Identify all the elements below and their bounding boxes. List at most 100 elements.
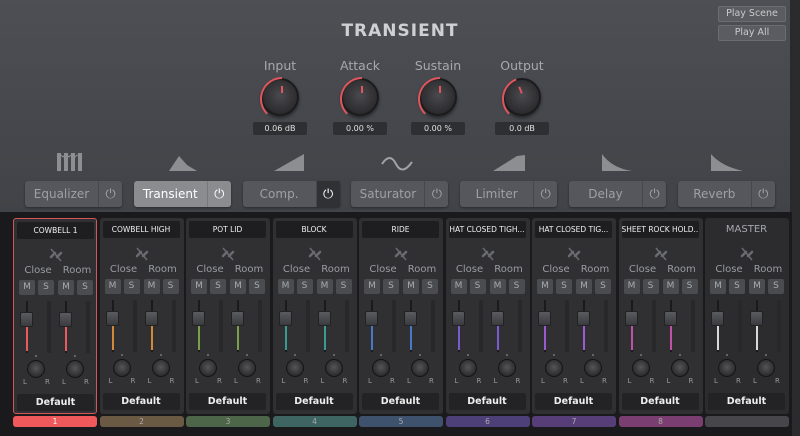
room-pan-knob[interactable]: [497, 359, 516, 377]
close-solo-button[interactable]: S: [469, 279, 486, 294]
fx-label[interactable]: Comp.: [243, 181, 316, 207]
knob-value[interactable]: 0.00 %: [411, 122, 465, 135]
channel-name[interactable]: COWBELL 1: [17, 222, 94, 239]
close-mute-button[interactable]: M: [277, 279, 294, 294]
close-fader[interactable]: [451, 311, 465, 326]
preset-selector[interactable]: Default: [17, 394, 94, 411]
close-solo-button[interactable]: S: [556, 279, 572, 294]
channel-number-tab[interactable]: 5: [359, 416, 443, 427]
room-pan-knob[interactable]: [66, 360, 84, 378]
close-mute-button[interactable]: M: [623, 279, 640, 294]
room-fader[interactable]: [750, 311, 763, 326]
power-icon[interactable]: ⏻: [206, 181, 231, 207]
fx-label[interactable]: Transient: [134, 181, 207, 207]
close-solo-button[interactable]: S: [383, 279, 399, 294]
knob-value[interactable]: 0.00 %: [333, 122, 387, 135]
close-solo-button[interactable]: S: [296, 279, 313, 294]
room-solo-button[interactable]: S: [508, 279, 525, 294]
close-pan-knob[interactable]: [718, 359, 736, 377]
unlink-icon[interactable]: [134, 246, 150, 261]
preset-selector[interactable]: Default: [621, 393, 699, 410]
close-solo-button[interactable]: S: [38, 280, 54, 295]
room-solo-button[interactable]: S: [595, 279, 611, 294]
channel-name[interactable]: POT LID: [189, 221, 266, 238]
fx-label[interactable]: Reverb: [678, 181, 751, 207]
close-fader[interactable]: [192, 311, 205, 326]
close-mute-button[interactable]: M: [19, 280, 35, 295]
close-mute-button[interactable]: M: [537, 279, 553, 294]
close-fader[interactable]: [278, 311, 292, 326]
close-mute-button[interactable]: M: [191, 279, 207, 294]
room-pan-knob[interactable]: [584, 359, 602, 377]
room-pan-knob[interactable]: [324, 359, 343, 377]
room-solo-button[interactable]: S: [422, 279, 438, 294]
output-knob[interactable]: [502, 78, 541, 116]
channel-strip[interactable]: SHEET ROCK HOLD... Close M S L R Room M S L R Defau…: [618, 218, 703, 414]
scrollbar[interactable]: [792, 0, 800, 436]
unlink-icon[interactable]: [220, 246, 236, 261]
close-fader[interactable]: [105, 311, 119, 326]
close-pan-knob[interactable]: [458, 359, 477, 377]
close-solo-button[interactable]: S: [729, 279, 745, 294]
room-pan-knob[interactable]: [238, 359, 256, 377]
room-pan-knob[interactable]: [151, 359, 170, 377]
master-strip[interactable]: MASTER Close M S L R Room M S L R Default: [705, 218, 789, 414]
channel-strip[interactable]: BLOCK Close M S L R Room M S L R Default: [272, 218, 357, 414]
close-pan-knob[interactable]: [285, 359, 304, 377]
fx-delay-button[interactable]: Delay ⏻: [569, 181, 666, 207]
close-mute-button[interactable]: M: [710, 279, 726, 294]
channel-number-tab[interactable]: 4: [272, 416, 357, 427]
close-pan-knob[interactable]: [372, 359, 390, 377]
close-pan-knob[interactable]: [199, 359, 217, 377]
room-mute-button[interactable]: M: [143, 279, 160, 294]
channel-number-tab[interactable]: 6: [445, 416, 530, 427]
channel-name[interactable]: HAT CLOSED TIG...: [535, 221, 612, 238]
channel-name[interactable]: RIDE: [362, 221, 439, 238]
play-scene-button[interactable]: Play Scene: [718, 6, 786, 22]
room-pan-knob[interactable]: [411, 359, 429, 377]
close-pan-knob[interactable]: [545, 359, 563, 377]
close-mute-button[interactable]: M: [104, 279, 121, 294]
room-mute-button[interactable]: M: [749, 279, 765, 294]
channel-name[interactable]: COWBELL HIGH: [102, 221, 180, 238]
close-fader[interactable]: [624, 311, 638, 326]
fx-label[interactable]: Equalizer: [25, 181, 98, 207]
room-mute-button[interactable]: M: [58, 280, 74, 295]
attack-knob[interactable]: [340, 77, 379, 116]
room-solo-button[interactable]: S: [681, 279, 698, 294]
channel-number-tab[interactable]: 3: [186, 416, 270, 427]
room-fader[interactable]: [231, 311, 244, 326]
channel-strip[interactable]: HAT CLOSED TIGH... Close M S L R Room M S L R Defau…: [445, 218, 530, 414]
unlink-icon[interactable]: [566, 246, 582, 261]
knob-value[interactable]: 0.0 dB: [495, 122, 549, 135]
channel-number-tab[interactable]: 7: [532, 416, 616, 427]
room-mute-button[interactable]: M: [576, 279, 592, 294]
preset-selector[interactable]: Default: [189, 393, 266, 410]
channel-strip[interactable]: COWBELL HIGH Close M S L R Room M S L R Default: [99, 218, 184, 414]
room-solo-button[interactable]: S: [162, 279, 179, 294]
unlink-icon[interactable]: [653, 246, 669, 261]
power-icon[interactable]: ⏻: [750, 181, 775, 207]
room-fader[interactable]: [577, 311, 590, 326]
preset-selector[interactable]: Default: [102, 393, 180, 410]
preset-selector[interactable]: Default: [362, 393, 439, 410]
channel-strip[interactable]: COWBELL 1 Close M S L R Room M S L R Default: [13, 218, 97, 414]
close-pan-knob[interactable]: [27, 360, 45, 378]
channel-name[interactable]: SHEET ROCK HOLD...: [621, 221, 699, 238]
channel-strip[interactable]: RIDE Close M S L R Room M S L R Default: [359, 218, 443, 414]
close-solo-button[interactable]: S: [642, 279, 659, 294]
room-fader[interactable]: [144, 311, 158, 326]
close-fader[interactable]: [365, 311, 378, 326]
preset-selector[interactable]: Default: [448, 393, 526, 410]
room-mute-button[interactable]: M: [230, 279, 246, 294]
preset-selector[interactable]: Default: [535, 393, 612, 410]
input-knob[interactable]: [260, 77, 299, 116]
channel-number-tab[interactable]: [705, 416, 789, 427]
room-solo-button[interactable]: S: [335, 279, 352, 294]
room-mute-button[interactable]: M: [489, 279, 506, 294]
room-solo-button[interactable]: S: [768, 279, 784, 294]
fx-equalizer-button[interactable]: Equalizer ⏻: [25, 181, 122, 207]
room-fader[interactable]: [490, 311, 504, 326]
close-pan-knob[interactable]: [631, 359, 650, 377]
fx-limiter-button[interactable]: Limiter ⏻: [460, 181, 558, 207]
